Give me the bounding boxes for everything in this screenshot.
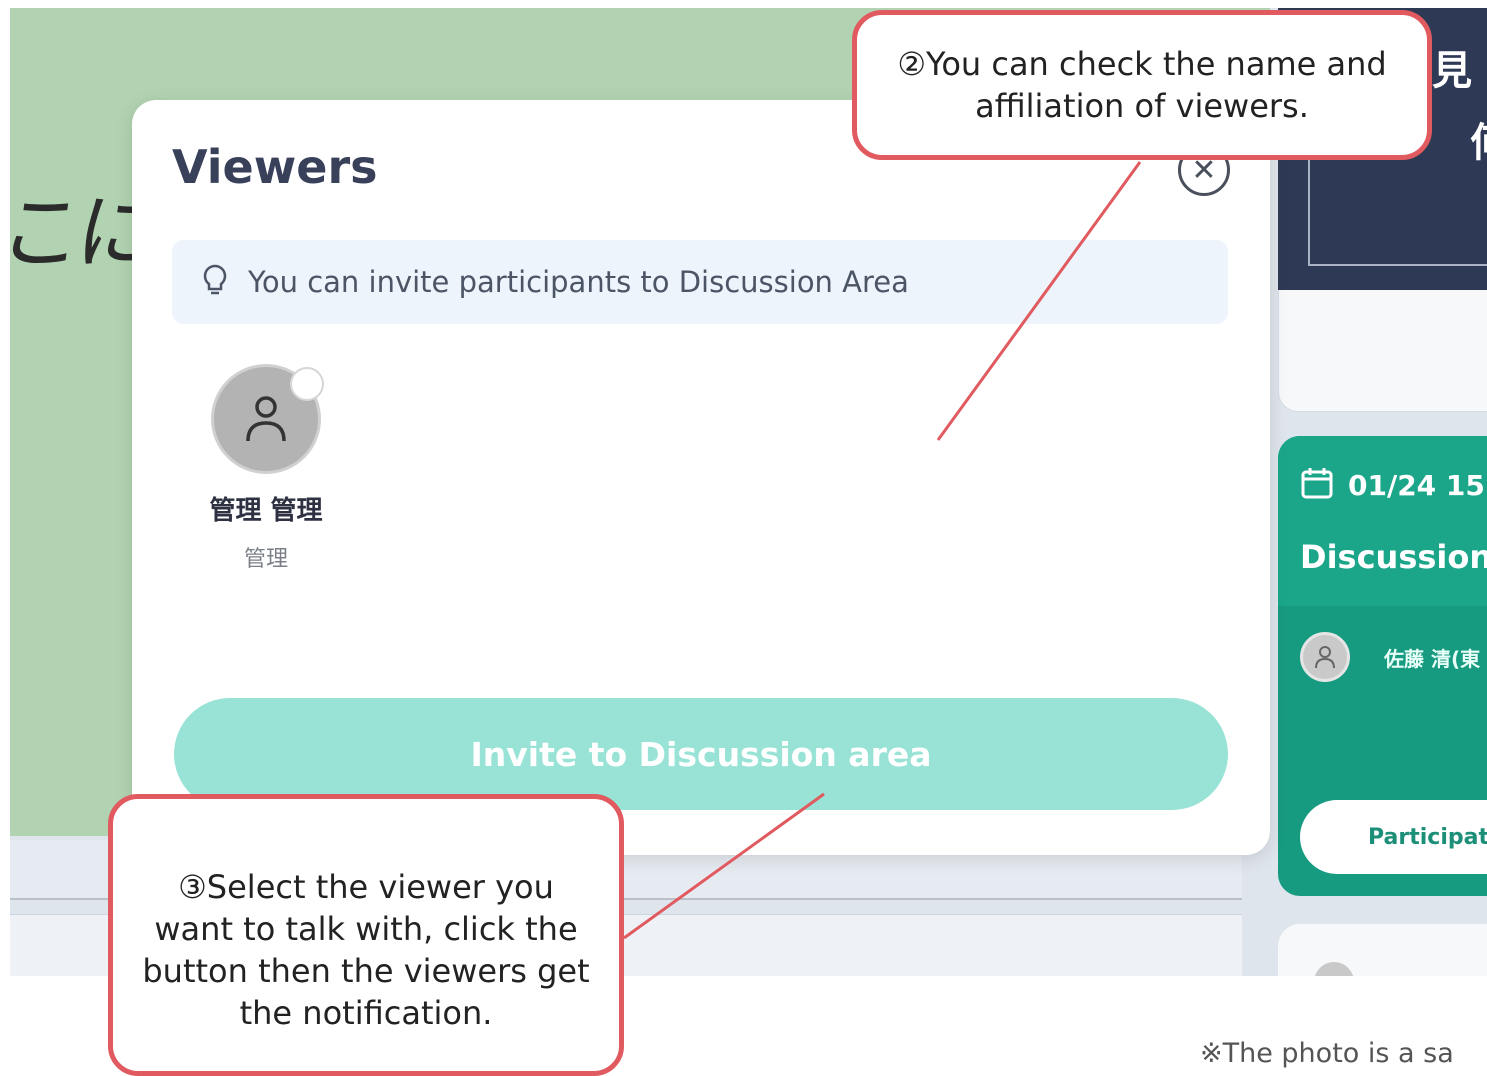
panel-heading-char: 何 bbox=[1470, 110, 1487, 168]
discussion-card[interactable]: 01/24 15 Discussion 佐藤 清(東 Participat bbox=[1278, 436, 1487, 896]
lightbulb-icon bbox=[202, 263, 228, 301]
participate-button[interactable]: Participat bbox=[1300, 800, 1487, 874]
calendar-icon bbox=[1300, 466, 1334, 504]
card-title: Discussion bbox=[1300, 538, 1487, 576]
participant-name: 佐藤 清(東 bbox=[1384, 646, 1481, 671]
right-white-panel bbox=[1278, 290, 1487, 412]
avatar bbox=[211, 364, 324, 474]
callout-invite: ③Select the viewer you want to talk with… bbox=[108, 794, 624, 1076]
avatar bbox=[1300, 632, 1350, 682]
callout-text: ③Select the viewer you want to talk with… bbox=[142, 868, 590, 1032]
hint-banner: You can invite participants to Discussio… bbox=[172, 240, 1228, 324]
callout-text: ②You can check the name and affiliation … bbox=[897, 45, 1387, 125]
card-participant: 佐藤 清(東 bbox=[1300, 632, 1480, 682]
avatar bbox=[1314, 962, 1354, 976]
card-header bbox=[1278, 436, 1487, 606]
viewer-name: 管理 管理 bbox=[209, 496, 323, 526]
next-card bbox=[1278, 924, 1487, 976]
viewer-item[interactable]: 管理 管理 管理 bbox=[196, 364, 336, 573]
callout-viewer-info: ②You can check the name and affiliation … bbox=[852, 10, 1432, 160]
viewer-affiliation: 管理 bbox=[243, 547, 288, 572]
modal-title: Viewers bbox=[172, 140, 378, 194]
footnote: ※The photo is a sa bbox=[1200, 1038, 1454, 1069]
hint-text: You can invite participants to Discussio… bbox=[248, 265, 909, 299]
card-date: 01/24 15 bbox=[1348, 468, 1485, 502]
viewers-modal: Viewers ✕ You can invite participants to… bbox=[132, 100, 1270, 855]
select-checkbox[interactable] bbox=[290, 367, 324, 401]
card-date-row: 01/24 15 bbox=[1300, 466, 1485, 504]
panel-heading-char: 見 bbox=[1432, 48, 1472, 94]
